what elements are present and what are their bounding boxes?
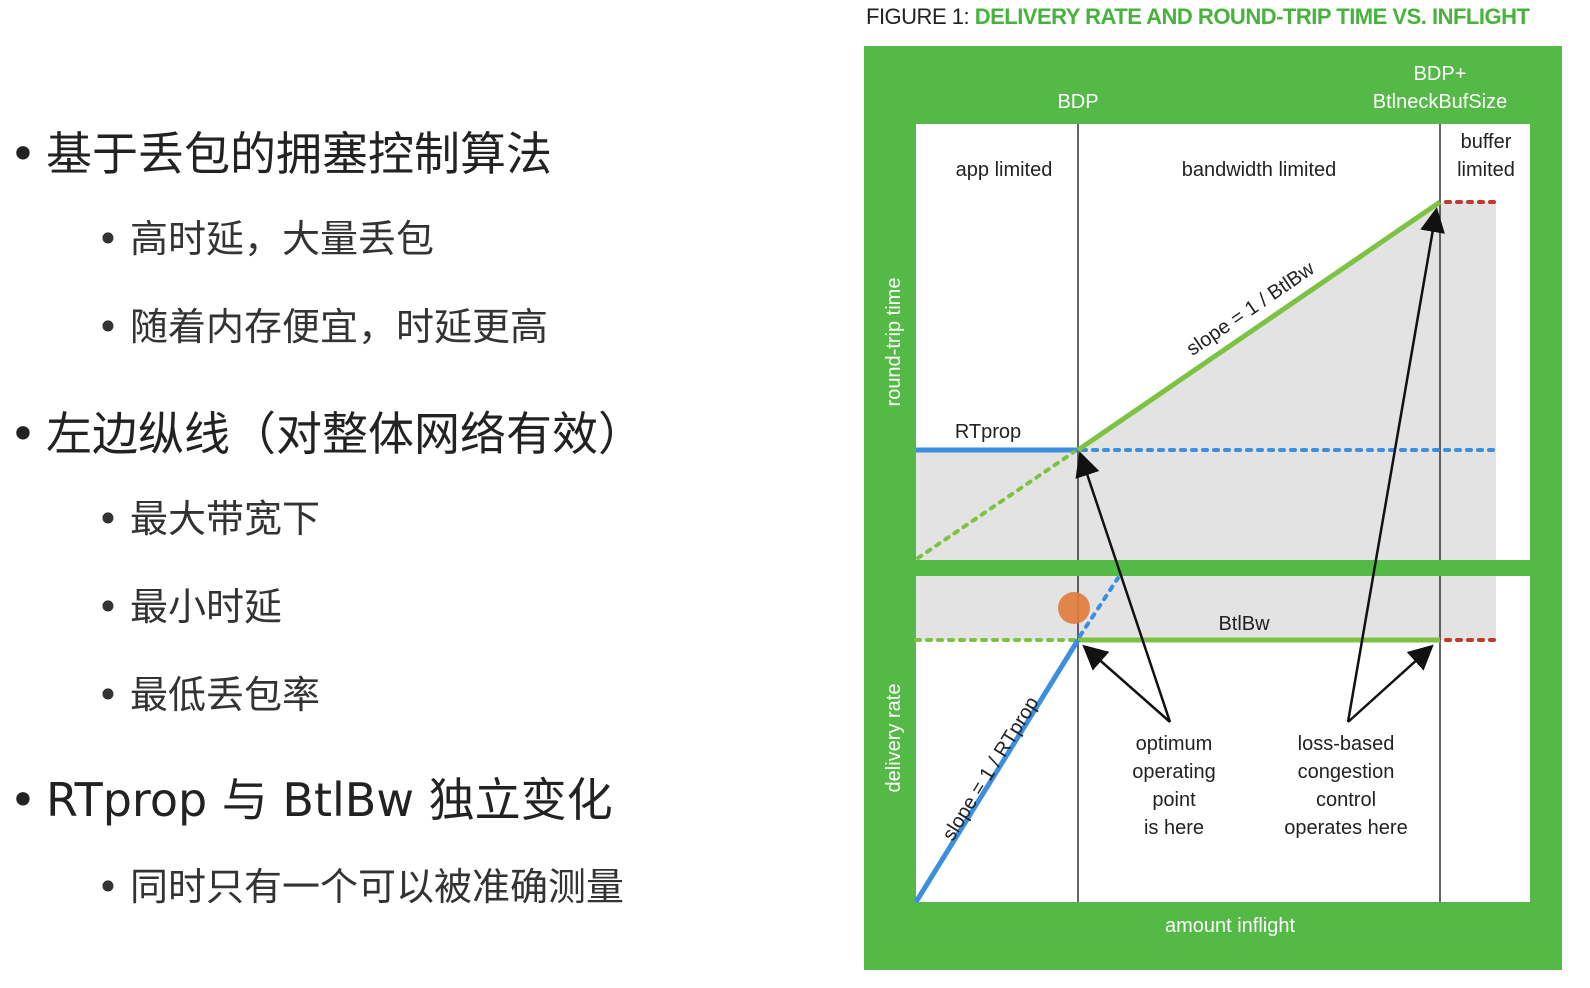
bullet-dot: • <box>96 585 120 629</box>
bullet-text: 高时延，大量丢包 <box>130 217 435 261</box>
figure-caption-prefix: FIGURE 1: <box>866 4 975 29</box>
bullet-level2: • 高时延，大量丢包 <box>86 208 434 263</box>
bbr-figure: BDP BDP+ BtlneckBufSize app limited band… <box>864 46 1562 970</box>
bdp-label: BDP <box>1057 91 1098 113</box>
bullet-level1: • 左边纵线（对整体网络有效） <box>0 398 644 464</box>
btlbw-label: BtlBw <box>1218 613 1270 635</box>
optimum-line: optimum <box>1136 733 1213 755</box>
bullet-text: 最大带宽下 <box>130 497 321 541</box>
optimum-line: is here <box>1144 817 1204 839</box>
bullet-level2: • 最小时延 <box>86 576 282 631</box>
rate-axis-label: delivery rate <box>883 684 905 793</box>
lossbased-line: control <box>1316 789 1376 811</box>
region-app-limited: app limited <box>956 159 1053 181</box>
lossbased-line: operates here <box>1284 817 1407 839</box>
cursor-highlight <box>1058 592 1090 624</box>
bullet-level2: • 同时只有一个可以被准确测量 <box>86 856 624 911</box>
bullet-level1: • RTprop 与 BtlBw 独立变化 <box>0 764 613 830</box>
bullet-level2: • 最大带宽下 <box>86 488 320 543</box>
rtprop-label: RTprop <box>955 421 1021 443</box>
bullet-text: 左边纵线（对整体网络有效） <box>46 407 644 461</box>
bullet-dot: • <box>96 865 120 909</box>
region-buffer-limited-line2: limited <box>1457 159 1515 181</box>
bullet-text: 最小时延 <box>130 585 283 629</box>
figure-caption: FIGURE 1: DELIVERY RATE AND ROUND-TRIP T… <box>866 4 1530 30</box>
region-bandwidth-limited: bandwidth limited <box>1182 159 1337 181</box>
bullet-level2: • 最低丢包率 <box>86 664 320 719</box>
bullet-text: RTprop 与 BtlBw 独立变化 <box>46 773 613 827</box>
bullet-dot: • <box>96 217 120 261</box>
bullet-level1: • 基于丢包的拥塞控制算法 <box>0 118 552 184</box>
bullet-dot: • <box>9 127 37 181</box>
figure-caption-title: DELIVERY RATE AND ROUND-TRIP TIME VS. IN… <box>974 4 1530 29</box>
bullet-dot: • <box>96 673 120 717</box>
lossbased-line: loss-based <box>1298 733 1395 755</box>
bullet-dot: • <box>96 305 120 349</box>
bullet-text: 基于丢包的拥塞控制算法 <box>46 127 552 181</box>
figure-svg: BDP BDP+ BtlneckBufSize app limited band… <box>864 46 1562 970</box>
bullet-dot: • <box>9 407 37 461</box>
bdp-buf-label-line1: BDP+ <box>1414 63 1467 85</box>
x-axis-label: amount inflight <box>1165 915 1296 937</box>
optimum-line: point <box>1152 789 1196 811</box>
rate-shaded-area <box>916 576 1496 640</box>
optimum-line: operating <box>1132 761 1215 783</box>
lossbased-line: congestion <box>1298 761 1395 783</box>
bullet-text: 同时只有一个可以被准确测量 <box>130 865 625 909</box>
bullet-text: 随着内存便宜，时延更高 <box>130 305 549 349</box>
bullet-text: 最低丢包率 <box>130 673 321 717</box>
bullet-level2: • 随着内存便宜，时延更高 <box>86 296 548 351</box>
bullet-dot: • <box>9 773 37 827</box>
region-buffer-limited-line1: buffer <box>1461 131 1512 153</box>
bullet-dot: • <box>96 497 120 541</box>
rtt-axis-label: round-trip time <box>883 278 905 407</box>
bdp-buf-label-line2: BtlneckBufSize <box>1373 91 1508 113</box>
slide-bullets: • 基于丢包的拥塞控制算法 • 高时延，大量丢包 • 随着内存便宜，时延更高 • 左边纵线（对… <box>0 0 840 988</box>
